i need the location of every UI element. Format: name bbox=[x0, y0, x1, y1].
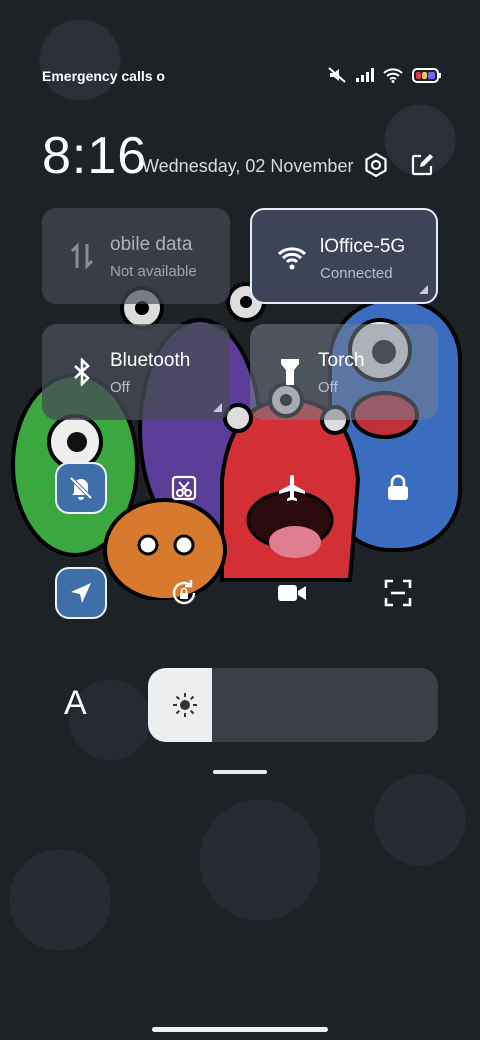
home-indicator[interactable] bbox=[152, 1027, 328, 1032]
wifi-icon bbox=[383, 67, 403, 83]
settings-button[interactable] bbox=[361, 150, 391, 180]
airplane-icon bbox=[279, 475, 305, 501]
location-icon bbox=[71, 583, 91, 603]
scanner-toggle[interactable] bbox=[372, 567, 424, 619]
silent-toggle[interactable] bbox=[55, 462, 107, 514]
tile-wifi-status: Connected bbox=[320, 265, 393, 282]
tile-torch[interactable]: Torch Off bbox=[250, 324, 438, 420]
mobile-data-icon bbox=[66, 240, 98, 272]
lock-icon bbox=[388, 474, 408, 500]
airplane-toggle[interactable] bbox=[266, 462, 318, 514]
settings-icon bbox=[365, 152, 387, 178]
signal-icon bbox=[356, 68, 374, 82]
video-icon bbox=[278, 585, 306, 601]
rotate-lock-icon bbox=[172, 580, 196, 605]
tile-mobile-data[interactable]: obile data Not available bbox=[42, 208, 230, 304]
bluetooth-icon bbox=[66, 356, 98, 388]
status-bar: Emergency calls o bbox=[42, 66, 442, 88]
location-toggle[interactable] bbox=[55, 567, 107, 619]
tile-bluetooth-status: Off bbox=[110, 379, 130, 396]
tile-torch-status: Off bbox=[318, 379, 338, 396]
battery-icon bbox=[412, 67, 441, 83]
panel-drag-handle[interactable] bbox=[213, 770, 267, 774]
scissors-icon bbox=[171, 475, 197, 501]
lock-toggle[interactable] bbox=[372, 462, 424, 514]
tile-mobile-data-status: Not available bbox=[110, 263, 197, 280]
tile-bluetooth[interactable]: Bluetooth Off bbox=[42, 324, 230, 420]
clock: 8:16 bbox=[42, 127, 148, 185]
tile-wifi[interactable]: lOffice-5G Connected bbox=[250, 208, 438, 304]
screen-record-toggle[interactable] bbox=[266, 567, 318, 619]
auto-brightness-button[interactable]: A bbox=[64, 684, 87, 723]
edit-icon bbox=[411, 154, 433, 176]
scan-icon bbox=[384, 579, 412, 607]
expand-corner-icon[interactable] bbox=[213, 403, 222, 412]
torch-icon bbox=[274, 356, 306, 388]
mute-icon bbox=[328, 67, 346, 83]
sun-icon bbox=[170, 690, 200, 720]
edit-button[interactable] bbox=[407, 150, 437, 180]
tile-mobile-data-title: obile data bbox=[110, 234, 193, 255]
expand-corner-icon[interactable] bbox=[419, 285, 428, 294]
wifi-icon bbox=[276, 242, 308, 274]
tile-torch-title: Torch bbox=[318, 350, 365, 371]
bell-off-icon bbox=[69, 476, 93, 500]
tile-bluetooth-title: Bluetooth bbox=[110, 350, 191, 371]
tile-wifi-title: lOffice-5G bbox=[320, 236, 406, 257]
screenshot-toggle[interactable] bbox=[158, 462, 210, 514]
brightness-slider[interactable] bbox=[148, 668, 438, 742]
carrier-label: Emergency calls o bbox=[42, 68, 165, 84]
rotation-toggle[interactable] bbox=[158, 567, 210, 619]
date-label: Wednesday, 02 November bbox=[142, 156, 354, 176]
